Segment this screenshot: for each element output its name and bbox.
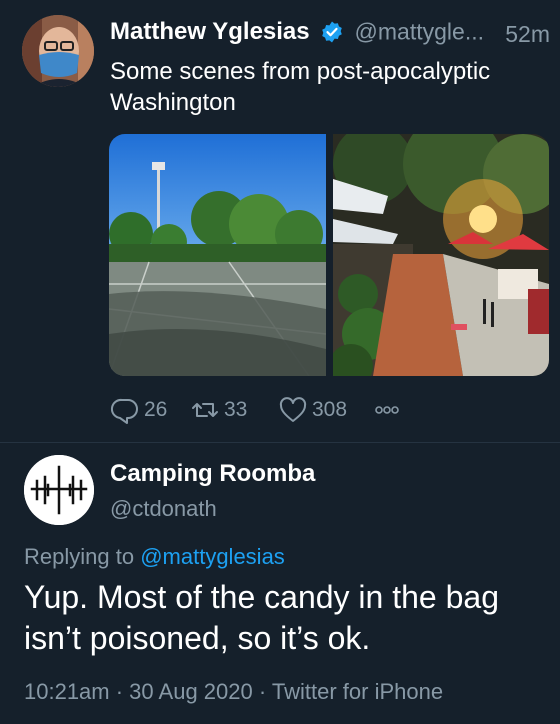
- tweet-media: [109, 134, 549, 376]
- reply-author-handle[interactable]: @ctdonath: [110, 496, 217, 522]
- author-handle[interactable]: @mattygle...: [355, 19, 484, 45]
- retweet-button[interactable]: 33: [190, 394, 247, 426]
- avatar-matthew-yglesias[interactable]: [22, 15, 94, 87]
- reply-tweet[interactable]: Camping Roomba @ctdonath Replying to @ma…: [0, 443, 560, 724]
- author-name[interactable]: Matthew Yglesias: [110, 18, 310, 45]
- avatar-photo: [22, 15, 94, 87]
- avatar-logo: [24, 455, 94, 525]
- reply-icon: [111, 398, 138, 424]
- reply-author-name[interactable]: Camping Roomba: [110, 460, 315, 488]
- more-icon: [375, 406, 399, 414]
- media-image-street-dining[interactable]: [333, 134, 549, 376]
- like-count: 308: [312, 398, 348, 421]
- like-button[interactable]: 308: [278, 394, 347, 426]
- reply-text: Yup. Most of the candy in the bag isn’t …: [24, 579, 499, 656]
- tweet-header: Matthew Yglesias @mattygle... 52m: [110, 18, 550, 54]
- tweet-time[interactable]: 52m: [505, 21, 550, 48]
- verified-icon: [320, 20, 344, 44]
- media-image-tennis-court[interactable]: [109, 134, 326, 376]
- tweet-actions: 26 33 308: [110, 394, 540, 426]
- reply-count: 26: [144, 398, 168, 421]
- retweet-icon: [192, 403, 218, 417]
- replying-to: Replying to @mattyglesias: [24, 544, 285, 570]
- tweet-text: Some scenes from post-apocalyptic Washin…: [110, 58, 491, 116]
- retweet-count: 33: [224, 398, 248, 421]
- reply-button[interactable]: 26: [110, 394, 167, 426]
- reply-timestamp: 10:21am · 30 Aug 2020 · Twitter for iPho…: [24, 679, 444, 704]
- like-icon: [279, 397, 307, 422]
- original-tweet[interactable]: Matthew Yglesias @mattygle... 52m Some s…: [0, 0, 560, 442]
- more-button[interactable]: [372, 394, 406, 426]
- replying-to-label: Replying to: [24, 544, 135, 569]
- avatar-camping-roomba[interactable]: [24, 455, 94, 525]
- replying-to-mention-link[interactable]: @mattyglesias: [140, 544, 285, 569]
